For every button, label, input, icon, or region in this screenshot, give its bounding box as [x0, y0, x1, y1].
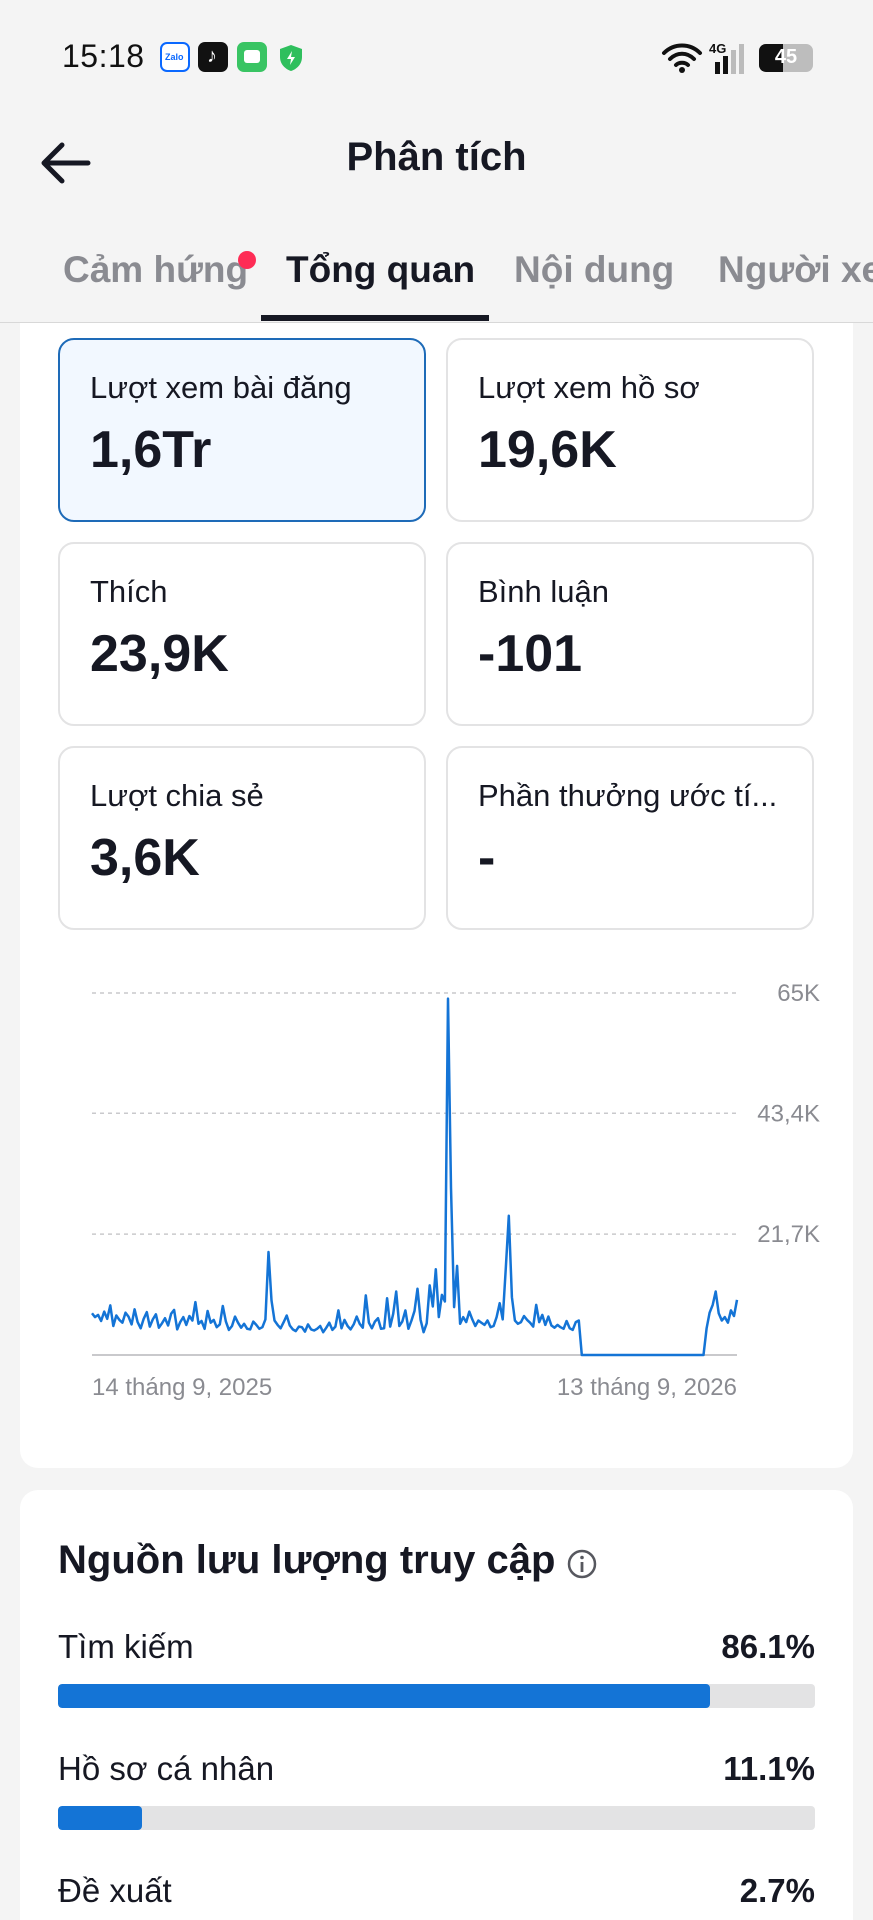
network-label: 4G [709, 41, 726, 56]
app-header: Phân tích [0, 115, 873, 223]
tab-bar: Cảm hứng Tổng quan Nội dung Người xem [0, 223, 873, 323]
metric-label: Bình luận [478, 574, 609, 609]
source-bar-track [58, 1806, 815, 1830]
y-tick-label: 65K [777, 980, 820, 1007]
metric-value: 3,6K [90, 829, 200, 887]
metric-profile-views[interactable]: Lượt xem hồ sơ 19,6K [446, 338, 814, 522]
post-views-chart: 65K 43,4K 21,7K 14 tháng 9, 2025 13 tháng 9,… [60, 963, 850, 1418]
tab-inspiration[interactable]: Cảm hứng [63, 249, 248, 291]
wifi-icon [662, 43, 702, 73]
y-tick-label: 21,7K [757, 1221, 820, 1248]
metric-comments[interactable]: Bình luận -101 [446, 542, 814, 726]
x-end-label: 13 tháng 9, 2026 [557, 1374, 737, 1401]
traffic-source-search: Tìm kiếm 86.1% [58, 1628, 815, 1728]
source-label: Tìm kiếm [58, 1628, 194, 1665]
tab-viewers[interactable]: Người xem [718, 249, 873, 291]
source-label: Đề xuất [58, 1872, 172, 1909]
source-bar-track [58, 1684, 815, 1708]
metric-value: -101 [478, 625, 583, 683]
source-percent: 86.1% [721, 1628, 815, 1665]
metric-label: Thích [90, 574, 168, 609]
x-start-label: 14 tháng 9, 2025 [92, 1374, 272, 1401]
source-bar-fill [58, 1684, 710, 1708]
source-percent: 11.1% [723, 1750, 815, 1787]
metric-value: 19,6K [478, 421, 617, 479]
zalo-icon: Zalo [160, 42, 190, 72]
metric-shares[interactable]: Lượt chia sẻ 3,6K [58, 746, 426, 930]
signal-4g-icon: 4G [709, 41, 744, 74]
status-bar: 15:18 Zalo ♪ 4G 45 [0, 0, 873, 115]
metric-label: Lượt xem bài đăng [90, 370, 352, 405]
chart-svg: 65K 43,4K 21,7K 14 tháng 9, 2025 13 tháng 9,… [91, 980, 820, 1401]
tab-overview[interactable]: Tổng quan [286, 249, 475, 291]
traffic-sources-card: Nguồn lưu lượng truy cập Tìm kiếm 86.1% … [20, 1490, 853, 1920]
overview-card: Lượt xem bài đăng 1,6Tr Lượt xem hồ sơ 1… [20, 323, 853, 1468]
source-bar-fill [58, 1806, 143, 1830]
metric-likes[interactable]: Thích 23,9K [58, 542, 426, 726]
metric-post-views[interactable]: Lượt xem bài đăng 1,6Tr [58, 338, 426, 522]
section-title: Nguồn lưu lượng truy cập [58, 1538, 556, 1582]
source-percent: 2.7% [739, 1872, 815, 1909]
traffic-source-recommended: Đề xuất 2.7% [58, 1872, 815, 1920]
metric-label: Phần thưởng ước tí... [478, 778, 778, 813]
notification-dot [238, 251, 256, 269]
metric-label: Lượt chia sẻ [90, 778, 264, 813]
battery-level: 45 [774, 46, 798, 68]
info-icon[interactable] [566, 1548, 598, 1580]
page-title: Phân tích [346, 135, 527, 179]
tab-active-indicator [261, 315, 489, 321]
metric-label: Lượt xem hồ sơ [478, 370, 700, 405]
chart-series-line [91, 997, 739, 1357]
y-tick-label: 43,4K [757, 1100, 820, 1127]
metric-estimated-rewards[interactable]: Phần thưởng ước tí... - [446, 746, 814, 930]
status-time: 15:18 [62, 38, 145, 74]
shield-icon [280, 45, 302, 71]
source-label: Hồ sơ cá nhân [58, 1750, 275, 1787]
messages-icon [237, 42, 267, 72]
metric-value: 23,9K [90, 625, 229, 683]
zalo-icon-text: Zalo [165, 52, 184, 62]
traffic-source-profile: Hồ sơ cá nhân 11.1% [58, 1750, 815, 1850]
metric-value: - [478, 829, 496, 887]
battery-icon: 45 [759, 44, 813, 72]
tab-content[interactable]: Nội dung [514, 249, 674, 291]
tiktok-icon: ♪ [198, 42, 228, 72]
metric-value: 1,6Tr [90, 421, 212, 479]
